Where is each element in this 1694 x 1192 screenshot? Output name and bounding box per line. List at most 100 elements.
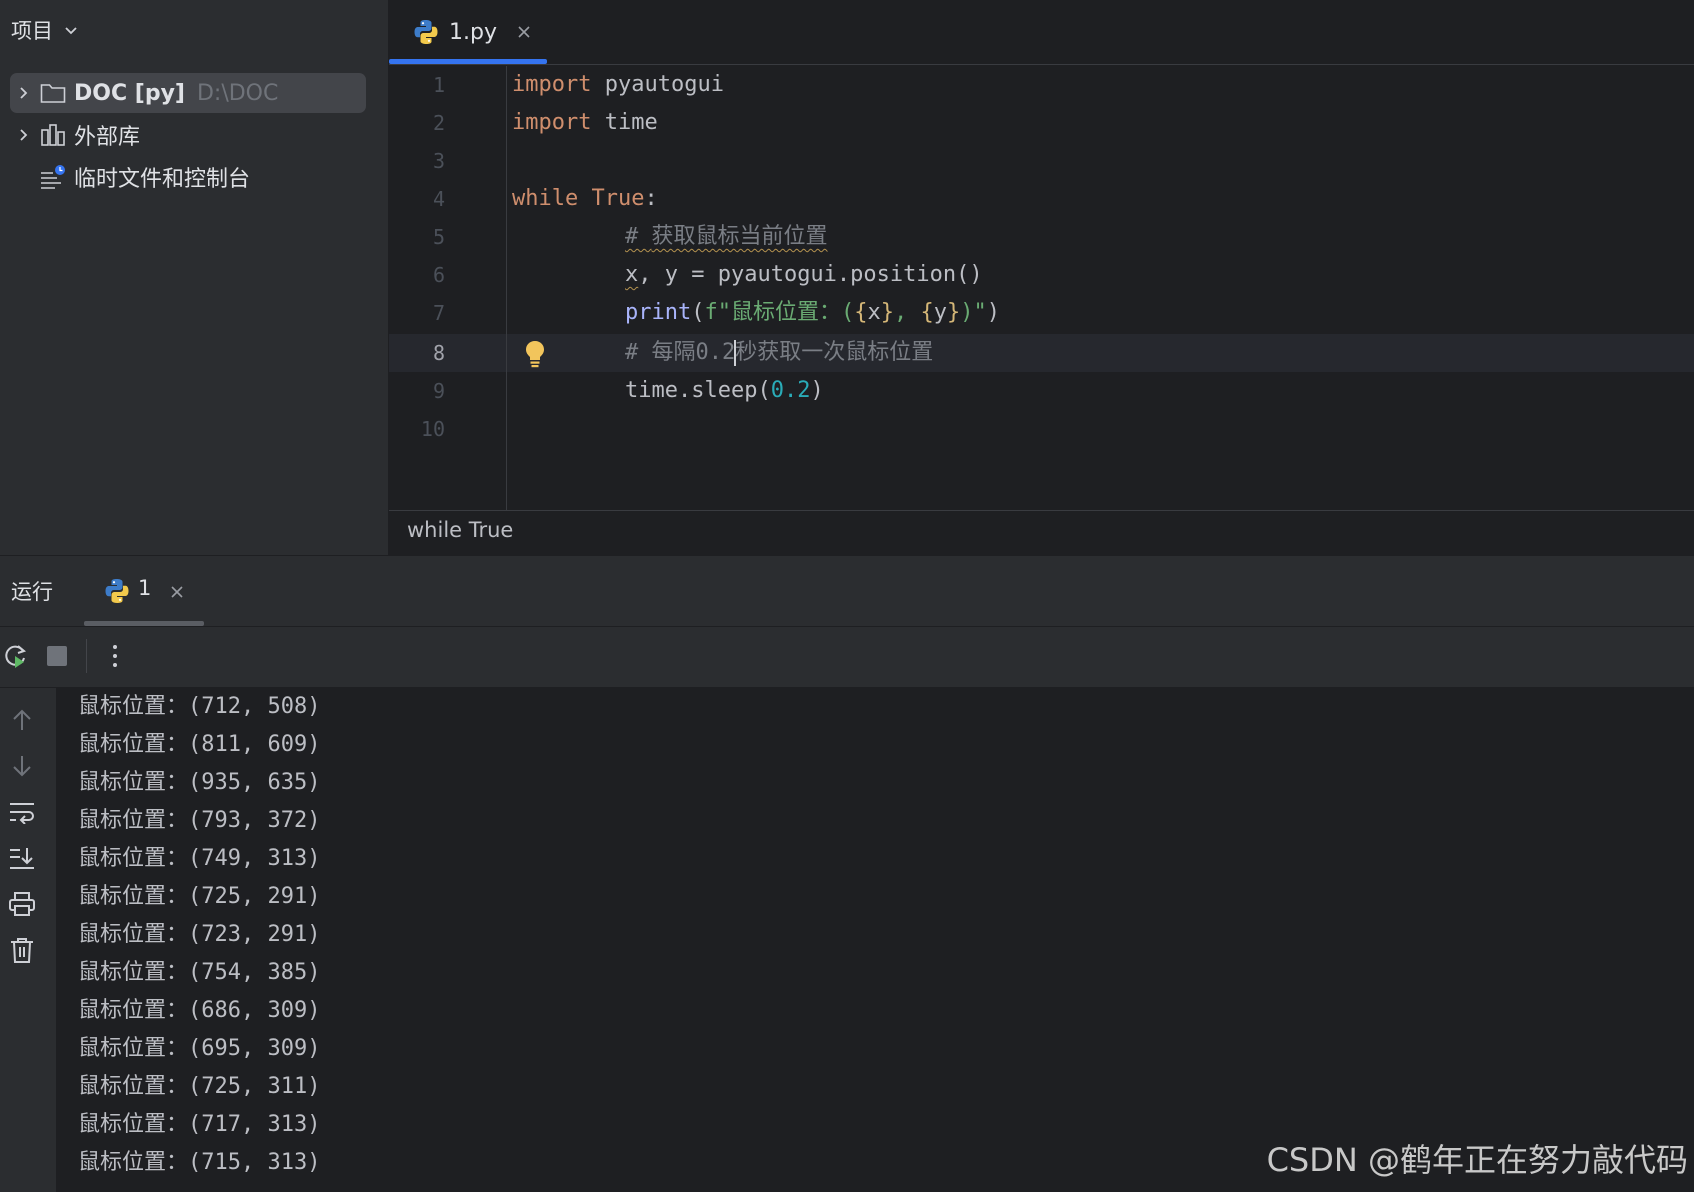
output-line: 鼠标位置：(935, 635) [78,770,321,795]
tab-label: 1.py [449,19,497,45]
project-header-label: 项目 [11,19,53,43]
rerun-icon [5,645,27,668]
toolbar-separator [86,639,87,673]
more-options-button[interactable] [100,641,130,671]
code-line[interactable]: time.sleep(0.2) [625,372,824,410]
close-icon[interactable] [517,25,531,39]
soft-wrap-button[interactable] [8,798,36,826]
tree-item-path: D:\DOC [196,80,279,106]
output-line: 鼠标位置：(749, 313) [78,846,321,871]
rerun-button[interactable] [0,641,30,671]
run-panel: 运行 1 鼠标位置：(712, 508) 鼠标位置：(811, 609) 鼠标位… [0,555,1694,1192]
output-line: 鼠标位置：(686, 309) [78,998,321,1023]
code-token: ( [691,300,705,325]
trash-icon [11,938,33,963]
line-number-gutter[interactable]: 1 2 3 4 5 6 7 8 9 10 [389,66,506,511]
print-button[interactable] [8,890,36,918]
code-token: x [625,262,639,287]
code-line[interactable]: while True: [512,180,658,218]
line-number: 9 [432,379,445,403]
python-file-icon [105,579,129,603]
output-line: 鼠标位置：(695, 309) [78,1036,321,1061]
tree-item-scratches[interactable]: 临时文件和控制台 [10,157,366,197]
code-token: )" [960,300,987,325]
output-line: 鼠标位置：(717, 313) [78,1112,321,1137]
editor: 1.py 1 2 3 4 5 6 7 8 9 10 import pyautog… [389,0,1694,555]
project-view-selector[interactable]: 项目 [11,12,79,48]
code-line[interactable]: print(f"鼠标位置：({x}, {y})") [625,294,1000,332]
clear-all-button[interactable] [8,936,36,964]
next-occurrence-button[interactable] [8,752,36,780]
print-icon [9,892,35,916]
code-line[interactable]: # 获取鼠标当前位置 [625,218,828,256]
code-line[interactable]: import time [512,104,658,142]
code-token: : [644,186,658,211]
run-tab-label: 1 [138,576,152,600]
stop-button[interactable] [42,641,72,671]
code-token: { [854,300,868,325]
tree-item-doc[interactable]: DOC [py] D:\DOC [10,73,366,113]
line-number: 7 [432,301,445,325]
output-line: 鼠标位置：(712, 508) [78,694,321,719]
code-token: } [946,300,961,325]
code-token: time.sleep( [625,378,771,403]
code-token: 获取鼠标当前位置 [651,224,828,249]
code-token: while [512,186,579,211]
line-number: 5 [432,225,445,249]
code-token: f"鼠标位置：( [704,300,855,325]
bulb-icon[interactable] [524,340,546,368]
code-token: # [625,224,652,249]
code-token: , [893,300,921,325]
tree-item-label: 临时文件和控制台 [74,167,251,192]
arrow-up-icon [13,709,31,730]
code-token: { [920,300,934,325]
code-line[interactable]: x, y = pyautogui.position() [625,256,983,294]
library-icon [41,124,65,146]
line-number: 8 [432,341,445,365]
scratches-icon [41,165,65,189]
chevron-right-icon[interactable] [17,128,31,142]
line-number: 6 [432,263,445,287]
code-token: 秒获取一次鼠标位置 [735,340,934,365]
code-token: x [867,300,881,325]
line-number: 4 [432,187,445,211]
code-token: import [512,110,592,135]
run-toolbar [0,627,1694,688]
editor-tabbar: 1.py [389,0,1694,65]
previous-occurrence-button[interactable] [8,706,36,734]
code-line[interactable]: # 每隔0.2秒获取一次鼠标位置 [625,334,933,372]
more-icon [113,645,117,667]
gutter-separator [506,66,507,511]
output-line: 鼠标位置：(725, 311) [78,1074,321,1099]
line-number: 1 [432,73,445,97]
close-icon[interactable] [170,585,184,599]
python-file-icon [414,20,438,44]
tab-1py[interactable]: 1.py [389,0,547,64]
output-line: 鼠标位置：(811, 609) [78,732,321,757]
chevron-right-icon[interactable] [17,86,31,100]
code-token: pyautogui [591,72,724,97]
line-number: 10 [420,417,445,441]
tree-item-label: DOC [py] [74,80,185,106]
soft-wrap-icon [10,803,34,824]
active-tab-indicator [84,621,204,626]
code-token: import [512,72,592,97]
arrow-down-icon [13,756,31,777]
breadcrumb[interactable]: while True [407,518,513,542]
run-tab[interactable]: 1 [84,556,204,626]
scroll-to-end-button[interactable] [8,844,36,872]
output-line: 鼠标位置：(793, 372) [78,808,321,833]
code-line[interactable]: import pyautogui [512,66,724,104]
watermark: CSDN @鹤年正在努力敲代码 [1266,1141,1688,1179]
tree-item-external-libraries[interactable]: 外部库 [10,115,366,155]
run-header: 运行 1 [0,556,1694,627]
code-token: ) [810,378,824,403]
code-token: print [625,300,692,325]
code-token: 0.2 [770,378,811,403]
console-output[interactable]: 鼠标位置：(712, 508) 鼠标位置：(811, 609) 鼠标位置：(93… [56,688,1694,1192]
code-token: True [591,186,645,211]
stop-icon [47,646,67,666]
output-line: 鼠标位置：(725, 291) [78,884,321,909]
run-side-toolbar [0,688,57,1192]
